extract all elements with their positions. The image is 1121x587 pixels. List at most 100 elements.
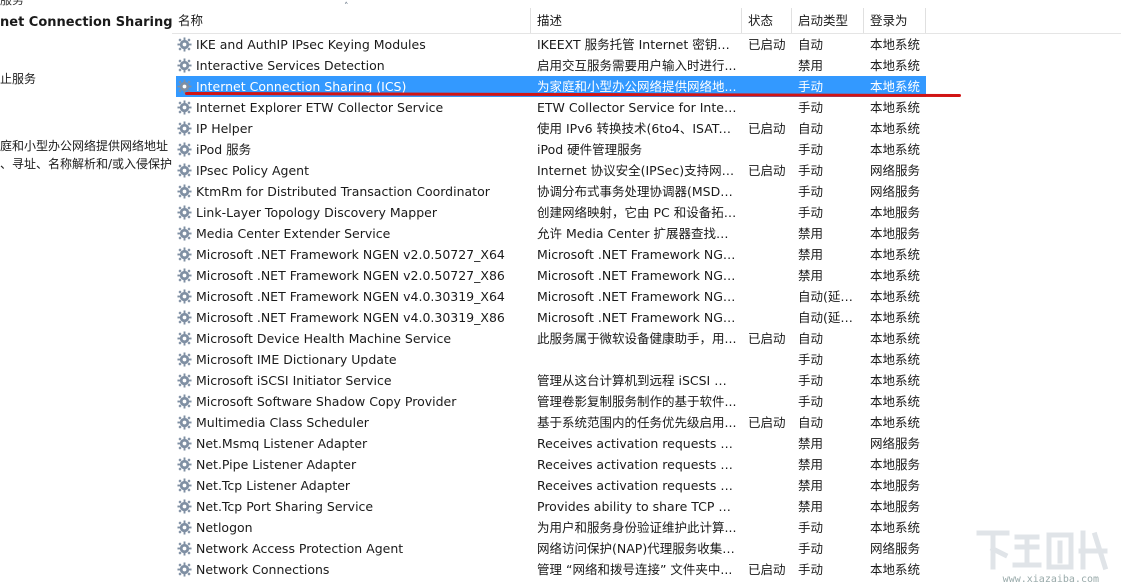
- service-description: [537, 349, 737, 370]
- service-name: Microsoft .NET Framework NGEN v4.0.30319…: [196, 310, 505, 325]
- service-status: 已启动: [748, 415, 786, 430]
- service-name: Microsoft iSCSI Initiator Service: [196, 373, 392, 388]
- service-gear-icon: [177, 163, 192, 178]
- service-status: 已启动: [748, 37, 786, 52]
- service-name: IP Helper: [196, 121, 253, 136]
- column-header-log-on-as[interactable]: 登录为: [864, 0, 926, 33]
- service-name: Microsoft .NET Framework NGEN v4.0.30319…: [196, 289, 505, 304]
- service-row[interactable]: Net.Tcp Listener Adapter Receives activat…: [172, 475, 1121, 496]
- service-startup-type: 禁用: [798, 58, 824, 73]
- service-row[interactable]: iPod 服务 iPod 硬件管理服务 手动 本地系统: [172, 139, 1121, 160]
- service-gear-icon: [177, 373, 192, 388]
- service-gear-icon: [177, 541, 192, 556]
- detail-description-line-1: 庭和小型办公网络提供网络地址: [0, 139, 169, 153]
- service-startup-type: 禁用: [798, 478, 824, 493]
- service-row[interactable]: Multimedia Class Scheduler 基于系统范围内的任务优先级启…: [172, 412, 1121, 433]
- service-description: 启用交互服务需要用户输入时进行...: [537, 58, 737, 73]
- service-log-on-as: 网络服务: [870, 541, 921, 556]
- service-status: 已启动: [748, 331, 786, 346]
- service-row[interactable]: IP Helper 使用 IPv6 转换技术(6to4、ISATAP... 已启动自…: [172, 118, 1121, 139]
- service-name: iPod 服务: [196, 142, 252, 157]
- service-description: Microsoft .NET Framework NGEN: [537, 310, 737, 325]
- service-description: 允许 Media Center 扩展器查找并...: [537, 226, 737, 241]
- service-row[interactable]: Microsoft .NET Framework NGEN v2.0.50727…: [172, 265, 1121, 286]
- service-log-on-as: 本地系统: [870, 415, 921, 430]
- service-name: Microsoft Device Health Machine Service: [196, 331, 452, 346]
- service-gear-icon: [177, 184, 192, 199]
- service-status: [748, 349, 796, 370]
- service-name: Microsoft .NET Framework NGEN v2.0.50727…: [196, 247, 505, 262]
- service-status: [748, 391, 796, 412]
- service-row[interactable]: Interactive Services Detection 启用交互服务需要用户…: [172, 55, 1121, 76]
- service-gear-icon: [177, 520, 192, 535]
- service-description: Receives activation requests ove...: [537, 478, 737, 493]
- column-header-description[interactable]: 描述: [531, 0, 742, 33]
- service-gear-icon: [177, 205, 192, 220]
- service-startup-type: 禁用: [798, 457, 824, 472]
- service-log-on-as: 本地服务: [870, 478, 921, 493]
- service-description: IKEEXT 服务托管 Internet 密钥交...: [537, 37, 737, 52]
- service-row[interactable]: Net.Pipe Listener Adapter Receives activa…: [172, 454, 1121, 475]
- service-name: Net.Tcp Port Sharing Service: [196, 499, 374, 514]
- service-row[interactable]: KtmRm for Distributed Transaction Coordi…: [172, 181, 1121, 202]
- column-header-status-label: 状态: [748, 13, 774, 28]
- service-startup-type: 手动: [798, 100, 824, 115]
- services-rows: IKE and AuthIP IPsec Keying Modules IKEEX…: [172, 34, 1121, 580]
- service-startup-type: 手动: [798, 352, 824, 367]
- service-description: Internet 协议安全(IPSec)支持网络...: [537, 163, 737, 178]
- service-row[interactable]: Media Center Extender Service 允许 Media Ce…: [172, 223, 1121, 244]
- service-log-on-as: 本地服务: [870, 205, 921, 220]
- service-log-on-as: 本地系统: [870, 58, 921, 73]
- column-header-status[interactable]: 状态: [742, 0, 792, 33]
- column-header-log-on-as-label: 登录为: [870, 13, 908, 28]
- service-startup-type: 自动(延迟...: [798, 289, 862, 304]
- service-row[interactable]: Microsoft Software Shadow Copy Provider 管…: [172, 391, 1121, 412]
- service-description: Microsoft .NET Framework NGEN: [537, 289, 737, 304]
- service-row[interactable]: IKE and AuthIP IPsec Keying Modules IKEEX…: [172, 34, 1121, 55]
- service-gear-icon: [177, 478, 192, 493]
- service-row[interactable]: Net.Msmq Listener Adapter Receives activa…: [172, 433, 1121, 454]
- service-status: [748, 265, 796, 286]
- service-log-on-as: 本地系统: [870, 562, 921, 577]
- service-startup-type: 手动: [798, 373, 824, 388]
- service-log-on-as: 网络服务: [870, 184, 921, 199]
- service-row[interactable]: Microsoft .NET Framework NGEN v2.0.50727…: [172, 244, 1121, 265]
- service-name: Link-Layer Topology Discovery Mapper: [196, 205, 437, 220]
- service-gear-icon: [177, 331, 192, 346]
- service-log-on-as: 本地系统: [870, 289, 921, 304]
- service-row[interactable]: Microsoft .NET Framework NGEN v4.0.30319…: [172, 307, 1121, 328]
- service-status: [748, 181, 796, 202]
- service-row[interactable]: Internet Explorer ETW Collector Service E…: [172, 97, 1121, 118]
- service-row[interactable]: Microsoft iSCSI Initiator Service 管理从这台计算…: [172, 370, 1121, 391]
- service-log-on-as: 本地系统: [870, 142, 921, 157]
- service-log-on-as: 本地系统: [870, 394, 921, 409]
- service-gear-icon: [177, 58, 192, 73]
- service-description: 网络访问保护(NAP)代理服务收集和...: [537, 541, 737, 556]
- column-header-startup-type[interactable]: 启动类型: [792, 0, 864, 33]
- service-name: KtmRm for Distributed Transaction Coordi…: [196, 184, 490, 199]
- service-description: 管理 “网络和拨号连接” 文件夹中...: [537, 562, 733, 577]
- service-name: Network Connections: [196, 562, 330, 577]
- service-row[interactable]: Microsoft .NET Framework NGEN v4.0.30319…: [172, 286, 1121, 307]
- service-gear-icon: [177, 352, 192, 367]
- service-status: [748, 433, 796, 454]
- service-gear-icon: [177, 457, 192, 472]
- detail-stop-service-link[interactable]: 止服务: [0, 70, 36, 87]
- column-header-name[interactable]: 名称: [172, 0, 531, 33]
- service-description: 基于系统范围内的任务优先级启用...: [537, 415, 737, 430]
- service-gear-icon: [177, 289, 192, 304]
- service-status: [748, 202, 796, 223]
- service-row[interactable]: Microsoft IME Dictionary Update 手动 本地系统: [172, 349, 1121, 370]
- service-row[interactable]: IPsec Policy Agent Internet 协议安全(IPSec)支持…: [172, 160, 1121, 181]
- service-description: 此服务属于微软设备健康助手，用...: [537, 331, 737, 346]
- service-name: Network Access Protection Agent: [196, 541, 404, 556]
- service-log-on-as: 本地服务: [870, 226, 921, 241]
- service-row[interactable]: Link-Layer Topology Discovery Mapper 创建网络…: [172, 202, 1121, 223]
- service-row[interactable]: Microsoft Device Health Machine Service 此…: [172, 328, 1121, 349]
- column-header-description-label: 描述: [537, 13, 563, 28]
- service-status: [748, 475, 796, 496]
- service-name: Netlogon: [196, 520, 253, 535]
- service-log-on-as: 本地服务: [870, 499, 921, 514]
- service-description: Microsoft .NET Framework NGEN: [537, 268, 737, 283]
- service-row[interactable]: Net.Tcp Port Sharing Service Provides abi…: [172, 496, 1121, 517]
